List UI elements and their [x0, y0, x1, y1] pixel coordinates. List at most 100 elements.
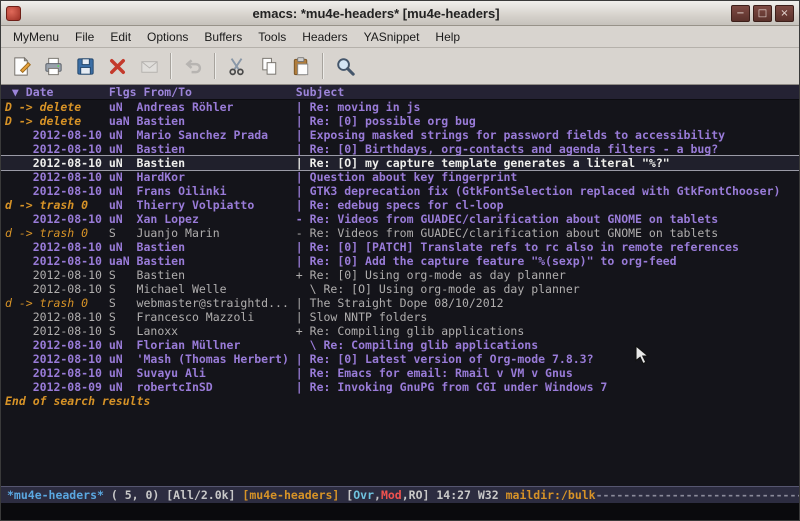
- row-date: 2012-08-10: [5, 212, 102, 226]
- row-date: 2012-08-10: [5, 254, 102, 268]
- mode-line: *mu4e-headers* ( 5, 0) [All/2.0k] [mu4e-…: [1, 486, 799, 503]
- row-content: S Juanjo Marin - Re: Videos from GUADEC/…: [102, 226, 718, 240]
- cut-button[interactable]: [221, 51, 253, 82]
- search-icon: [334, 55, 357, 78]
- message-row[interactable]: d -> trash 0 S Juanjo Marin - Re: Videos…: [1, 226, 799, 240]
- print-button[interactable]: [37, 51, 69, 82]
- save-button[interactable]: [69, 51, 101, 82]
- copy-icon: [258, 55, 281, 78]
- row-date: 2012-08-10: [5, 366, 102, 380]
- row-content: uN Bastien | Re: [0] [PATCH] Translate r…: [102, 240, 739, 254]
- modeline-segment: *mu4e-headers*: [7, 488, 104, 502]
- row-content: uN Xan Lopez - Re: Videos from GUADEC/cl…: [102, 212, 718, 226]
- row-content: S Bastien + Re: [0] Using org-mode as da…: [102, 268, 566, 282]
- message-row[interactable]: 2012-08-10 uN 'Mash (Thomas Herbert) | R…: [1, 352, 799, 366]
- undo-icon: [182, 55, 205, 78]
- copy-button[interactable]: [253, 51, 285, 82]
- close-buffer-button[interactable]: [101, 51, 133, 82]
- menu-headers[interactable]: Headers: [294, 28, 355, 46]
- echo-area[interactable]: [1, 503, 799, 520]
- row-content: uN Mario Sanchez Prada | Exposing masked…: [102, 128, 725, 142]
- modeline-segment: ,RO]: [402, 488, 430, 502]
- row-date: 2012-08-10: [5, 142, 102, 156]
- message-row[interactable]: 2012-08-10 uN Frans Oilinki | GTK3 depre…: [1, 184, 799, 198]
- message-row[interactable]: d -> trash 0 uN Thierry Volpiatto | Re: …: [1, 198, 799, 212]
- paste-icon: [290, 55, 313, 78]
- row-content: uN Bastien | Re: [0] Birthdays, org-cont…: [102, 142, 718, 156]
- row-content: S Lanoxx + Re: Compiling glib applicatio…: [102, 324, 524, 338]
- row-date: 2012-08-09: [5, 380, 102, 394]
- mail-button[interactable]: [133, 51, 165, 82]
- row-content: uaN Bastien | Re: [0] Add the capture fe…: [102, 254, 677, 268]
- menu-bar: MyMenuFileEditOptionsBuffersToolsHeaders…: [1, 26, 799, 48]
- message-row[interactable]: 2012-08-10 S Francesco Mazzoli | Slow NN…: [1, 310, 799, 324]
- undo-button[interactable]: [177, 51, 209, 82]
- modeline-segment: ( 5, 0) [All/2.0k]: [104, 488, 242, 502]
- message-row[interactable]: 2012-08-10 uN Xan Lopez - Re: Videos fro…: [1, 212, 799, 226]
- modeline-segment: [mu4e-headers]: [242, 488, 339, 502]
- message-row[interactable]: 2012-08-10 uaN Bastien | Re: [0] Add the…: [1, 254, 799, 268]
- row-date: 2012-08-10: [5, 184, 102, 198]
- modeline-segment: 14:27 W32: [429, 488, 505, 502]
- row-date: 2012-08-10: [5, 338, 102, 352]
- menu-mymenu[interactable]: MyMenu: [5, 28, 67, 46]
- row-date: 2012-08-10: [5, 170, 102, 184]
- title-bar: emacs: *mu4e-headers* [mu4e-headers] − □…: [1, 1, 799, 26]
- headers-list: D -> delete uN Andreas Röhler | Re: movi…: [1, 100, 799, 394]
- message-row[interactable]: 2012-08-10 uN Florian Müllner \ Re: Comp…: [1, 338, 799, 352]
- message-row[interactable]: 2012-08-10 S Lanoxx + Re: Compiling glib…: [1, 324, 799, 338]
- end-of-results: End of search results: [1, 394, 799, 408]
- row-date: 2012-08-10: [5, 156, 102, 170]
- buffer-area: ▼ Date Flgs From/To Subject D -> delete …: [1, 85, 799, 486]
- message-row[interactable]: D -> delete uN Andreas Röhler | Re: movi…: [1, 100, 799, 114]
- row-content: S webmaster@straightd... | The Straight …: [102, 296, 504, 310]
- message-row[interactable]: d -> trash 0 S webmaster@straightd... | …: [1, 296, 799, 310]
- menu-help[interactable]: Help: [427, 28, 468, 46]
- menu-tools[interactable]: Tools: [250, 28, 294, 46]
- modeline-segment: Ovr: [353, 488, 374, 502]
- menu-file[interactable]: File: [67, 28, 102, 46]
- row-content: S Michael Welle \ Re: [O] Using org-mode…: [102, 282, 580, 296]
- close-button[interactable]: ×: [775, 5, 794, 22]
- row-mark: D -> delete: [5, 100, 102, 114]
- row-content: uaN Bastien | Re: [0] possible org bug: [102, 114, 476, 128]
- row-content: uN Andreas Röhler | Re: moving in js: [102, 100, 421, 114]
- window-title: emacs: *mu4e-headers* [mu4e-headers]: [25, 6, 727, 21]
- message-row[interactable]: 2012-08-10 uN Suvayu Ali | Re: Emacs for…: [1, 366, 799, 380]
- new-file-button[interactable]: [5, 51, 37, 82]
- row-content: uN 'Mash (Thomas Herbert) | Re: [0] Late…: [102, 352, 594, 366]
- save-icon: [74, 55, 97, 78]
- row-content: uN Florian Müllner \ Re: Compiling glib …: [102, 338, 538, 352]
- headers-column-header[interactable]: ▼ Date Flgs From/To Subject: [1, 85, 799, 100]
- row-date: 2012-08-10: [5, 310, 102, 324]
- message-row[interactable]: 2012-08-10 uN Bastien | Re: [0] Birthday…: [1, 142, 799, 156]
- emacs-icon: [6, 6, 21, 21]
- modeline-segment: maildir:/bulk: [506, 488, 596, 502]
- minimize-button[interactable]: −: [731, 5, 750, 22]
- row-content: S Francesco Mazzoli | Slow NNTP folders: [102, 310, 427, 324]
- row-date: 2012-08-10: [5, 268, 102, 282]
- paste-button[interactable]: [285, 51, 317, 82]
- message-row[interactable]: 2012-08-10 uN Mario Sanchez Prada | Expo…: [1, 128, 799, 142]
- message-row[interactable]: 2012-08-10 S Michael Welle \ Re: [O] Usi…: [1, 282, 799, 296]
- maximize-button[interactable]: □: [753, 5, 772, 22]
- emacs-window: emacs: *mu4e-headers* [mu4e-headers] − □…: [0, 0, 800, 521]
- message-row[interactable]: 2012-08-10 uN Bastien | Re: [O] my captu…: [1, 156, 799, 170]
- message-row[interactable]: 2012-08-09 uN robertcInSD | Re: Invoking…: [1, 380, 799, 394]
- message-row[interactable]: 2012-08-10 uN HardKor | Question about k…: [1, 170, 799, 184]
- modeline-segment: [: [339, 488, 353, 502]
- modeline-segment: ----------------------------------------…: [596, 488, 799, 502]
- row-content: uN HardKor | Question about key fingerpr…: [102, 170, 517, 184]
- row-content: uN Bastien | Re: [O] my capture template…: [102, 156, 670, 170]
- message-row[interactable]: 2012-08-10 uN Bastien | Re: [0] [PATCH] …: [1, 240, 799, 254]
- message-row[interactable]: 2012-08-10 S Bastien + Re: [0] Using org…: [1, 268, 799, 282]
- menu-edit[interactable]: Edit: [102, 28, 139, 46]
- row-date: 2012-08-10: [5, 128, 102, 142]
- search-button[interactable]: [329, 51, 361, 82]
- toolbar-separator: [322, 53, 324, 79]
- menu-options[interactable]: Options: [139, 28, 196, 46]
- row-mark: d -> trash 0: [5, 198, 102, 212]
- menu-yasnippet[interactable]: YASnippet: [356, 28, 428, 46]
- message-row[interactable]: D -> delete uaN Bastien | Re: [0] possib…: [1, 114, 799, 128]
- menu-buffers[interactable]: Buffers: [196, 28, 250, 46]
